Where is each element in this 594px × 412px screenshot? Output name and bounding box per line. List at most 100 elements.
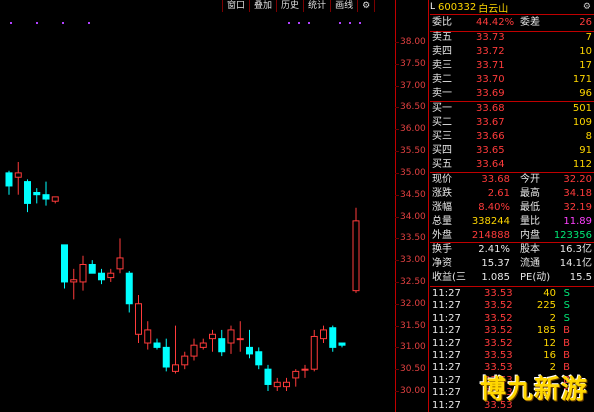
tick-row[interactable]: 11:27 33.52 185 B	[432, 325, 594, 337]
toolbar-history[interactable]: 历史	[276, 0, 303, 12]
candle[interactable]	[227, 325, 235, 354]
tick-time: 11:27	[432, 350, 461, 361]
candle[interactable]	[51, 196, 59, 204]
stock-name[interactable]: 白云山	[478, 0, 508, 15]
tick-row[interactable]: 11:27 33.52 225 S	[432, 300, 594, 312]
stat-row: 收益(三 1.085 PE(动) 15.5	[432, 272, 594, 284]
price-tick-mark	[395, 63, 399, 66]
candle[interactable]	[153, 338, 161, 350]
candle[interactable]	[301, 364, 309, 378]
candle[interactable]	[273, 377, 281, 391]
asks-row[interactable]: 卖一 33.69 96	[432, 88, 594, 100]
bids-label: 买二	[432, 117, 452, 128]
toolbar-window[interactable]: 窗口	[222, 0, 249, 12]
candle-body	[33, 192, 41, 196]
candle[interactable]	[61, 244, 68, 289]
toolbar-overlay[interactable]: 叠加	[249, 0, 276, 12]
toolbar-statistics[interactable]: 统计	[303, 0, 330, 12]
candle-body	[320, 329, 327, 340]
kline-chart[interactable]: 38.00 37.50 37.00 36.50 36.00 35.50 35.00 34.50…	[0, 0, 428, 412]
candle[interactable]	[144, 321, 152, 350]
candle[interactable]	[199, 338, 207, 350]
bids-row[interactable]: 买三 33.66 8	[432, 131, 594, 143]
quote-row: 现价 33.68 今开 32.20	[432, 174, 594, 186]
candle[interactable]	[14, 161, 22, 195]
tick-row[interactable]: 11:27 33.53 40 S	[432, 288, 594, 300]
candle[interactable]	[352, 207, 360, 293]
quote-value: 34.18	[563, 188, 592, 199]
price-tick-mark	[395, 260, 399, 262]
bids-row[interactable]: 买一 33.68 501	[432, 103, 594, 115]
gear-icon[interactable]: ⚙	[357, 0, 376, 12]
candle[interactable]	[255, 347, 263, 370]
candle[interactable]	[88, 260, 96, 274]
price-tick-label: 30.50	[400, 364, 426, 375]
price-tick-mark	[395, 303, 399, 306]
bids-row[interactable]: 买五 33.64 112	[432, 159, 594, 171]
candle[interactable]	[98, 268, 105, 285]
price-tick-label: 30.00	[400, 386, 426, 396]
quote-label: 涨幅	[432, 202, 452, 213]
candle[interactable]	[181, 351, 189, 370]
candle-body	[42, 194, 50, 200]
event-marker	[288, 22, 290, 24]
tick-volume: 40	[543, 288, 556, 299]
quote-label: 外盘	[432, 230, 452, 241]
candle[interactable]	[125, 271, 133, 313]
bids-price: 33.68	[476, 103, 505, 114]
event-marker	[36, 22, 38, 24]
candle[interactable]	[218, 329, 226, 357]
tick-time: 11:27	[432, 374, 461, 386]
candle-body	[199, 342, 207, 348]
tick-side: S	[563, 312, 570, 324]
toolbar-draw-line[interactable]: 画线	[330, 0, 357, 12]
candle[interactable]	[209, 329, 216, 352]
bids-row[interactable]: 买四 33.65 91	[432, 145, 594, 157]
candle[interactable]	[283, 377, 290, 391]
candle-body	[181, 355, 189, 366]
asks-row[interactable]: 卖五 33.73 7	[432, 32, 594, 44]
candle[interactable]	[24, 179, 31, 213]
tick-row[interactable]: 11:27 33.52 2 S	[432, 313, 594, 325]
tick-time: 11:27	[432, 337, 461, 349]
candle[interactable]	[292, 369, 300, 387]
candle[interactable]	[5, 170, 13, 195]
candle[interactable]	[42, 181, 50, 206]
candle-body	[338, 342, 346, 346]
candle-body	[79, 263, 87, 283]
stock-code[interactable]: 600332	[438, 2, 476, 13]
candle[interactable]	[135, 295, 142, 344]
candle[interactable]	[264, 364, 272, 391]
settings-gear-icon[interactable]: ⚙	[583, 2, 591, 12]
candle[interactable]	[70, 268, 78, 300]
quote-value: 33.68	[481, 174, 510, 185]
candle[interactable]	[246, 329, 253, 359]
candle[interactable]	[79, 255, 87, 291]
stat-value: 15.37	[481, 258, 510, 269]
asks-price: 33.73	[476, 32, 505, 43]
candle[interactable]	[162, 338, 170, 372]
candle[interactable]	[172, 325, 179, 374]
candle[interactable]	[33, 188, 41, 204]
asks-row[interactable]: 卖四 33.72 10	[432, 46, 594, 58]
bids-row[interactable]: 买二 33.67 109	[432, 117, 594, 129]
candle[interactable]	[329, 325, 337, 352]
candle[interactable]	[190, 338, 198, 361]
candle[interactable]	[236, 321, 244, 352]
candlestick-plot[interactable]	[0, 0, 395, 412]
tick-row[interactable]: 11:27 33.53 16 B	[432, 350, 594, 362]
price-tick-mark	[395, 369, 399, 371]
candle[interactable]	[310, 329, 318, 372]
candle-body	[310, 335, 318, 370]
asks-row[interactable]: 卖二 33.70 171	[432, 74, 594, 86]
quote-label: 涨跌	[432, 188, 452, 199]
candle[interactable]	[320, 325, 327, 344]
candle[interactable]	[107, 268, 115, 282]
candle-body	[172, 364, 179, 372]
asks-row[interactable]: 卖三 33.71 17	[432, 60, 594, 72]
asks-price: 33.70	[476, 74, 505, 85]
tick-row[interactable]: 11:27 33.52 12 B	[432, 338, 594, 350]
candle-body	[116, 257, 124, 270]
candle[interactable]	[338, 342, 346, 348]
candle[interactable]	[116, 238, 124, 274]
